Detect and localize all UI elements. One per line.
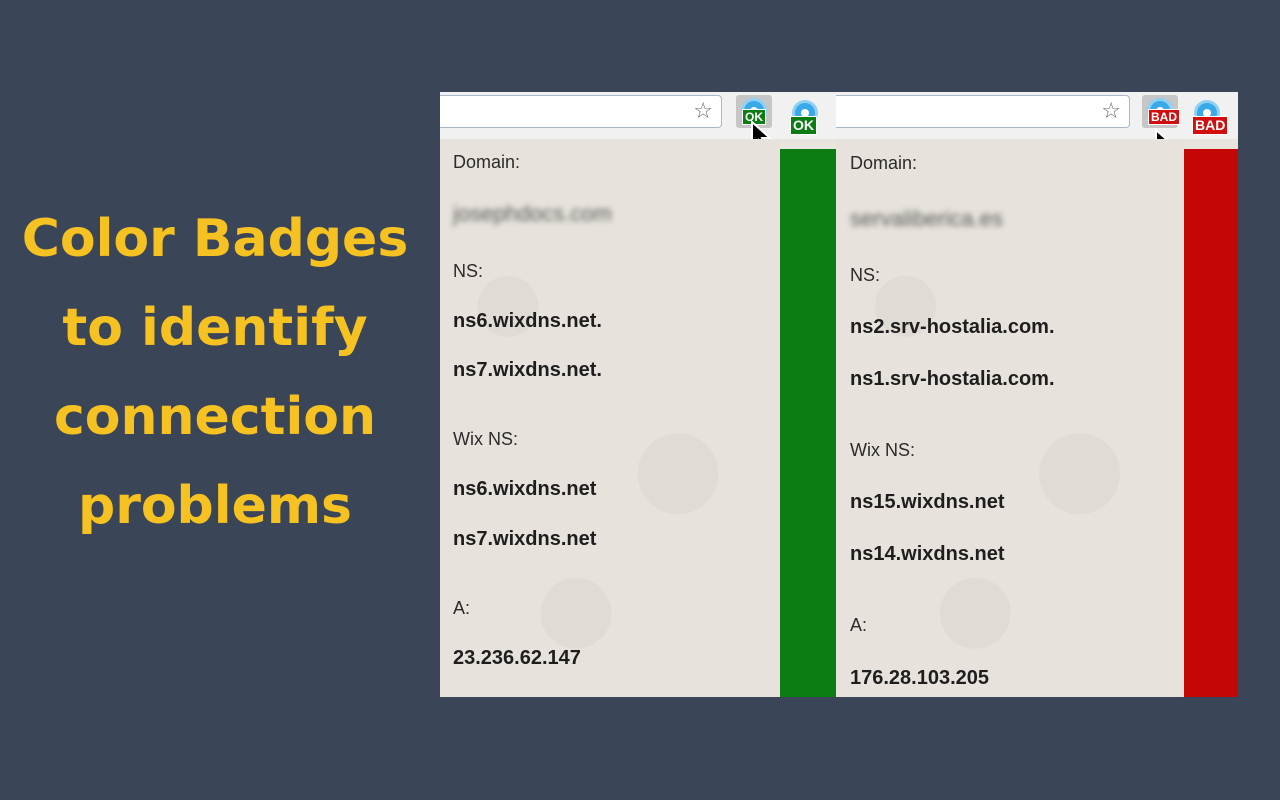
wix-ns-value: ns14.wixdns.net [850,543,1005,565]
status-badge: BAD [1192,116,1229,135]
browser-toolbar: ☆ OK OK [440,92,836,139]
headline-line: to identify [62,298,368,358]
address-bar[interactable]: ☆ [836,95,1130,128]
extension-preview: OK [786,96,836,136]
domain-value: josephdocs.com [453,201,612,226]
extension-popup: Domain: servaliberica.es NS: ns2.srv-hos… [836,139,1184,697]
headline-line: problems [77,476,353,536]
status-color-bar [1184,149,1238,697]
wix-ns-value: ns7.wixdns.net [453,528,597,550]
ns-value: ns2.srv-hostalia.com. [850,316,1055,338]
headline-line: Color Badges [21,209,409,269]
screenshot-bad: ☆ BAD BAD Domain: servaliberica.es NS: n… [836,92,1238,697]
wix-ns-label: Wix NS: [453,429,518,449]
headline-line: connection [53,387,377,447]
ns-label: NS: [453,261,484,281]
wix-ns-label: Wix NS: [850,440,915,460]
domain-label: Domain: [850,153,918,173]
wix-ns-value: ns15.wixdns.net [850,491,1005,513]
ns-value: ns7.wixdns.net. [453,359,602,381]
a-label: A: [850,615,868,635]
status-badge: OK [790,116,817,135]
ns-label: NS: [850,265,881,285]
extension-preview: BAD [1188,96,1238,136]
a-value: 176.28.103.205 [850,667,990,689]
ns-value: ns6.wixdns.net. [453,310,602,332]
star-icon[interactable]: ☆ [1101,100,1121,124]
wix-ns-value: ns6.wixdns.net [453,478,597,500]
domain-value: servaliberica.es [850,206,1003,231]
star-icon[interactable]: ☆ [693,100,713,124]
browser-toolbar: ☆ BAD BAD [836,92,1238,139]
headline: Color Badges to identify connection prob… [10,195,420,551]
extension-popup: Domain: josephdocs.com NS: ns6.wixdns.ne… [440,139,780,697]
extension-button[interactable]: BAD [1142,95,1180,128]
status-color-bar [780,149,836,697]
ns-value: ns1.srv-hostalia.com. [850,368,1055,390]
domain-label: Domain: [453,152,521,172]
a-label: A: [453,598,471,618]
screenshot-ok: ☆ OK OK Domain: josephdocs.com NS: ns6.w… [440,92,836,697]
status-badge: BAD [1148,109,1180,125]
address-bar[interactable]: ☆ [440,95,722,128]
a-value: 23.236.62.147 [453,647,581,669]
